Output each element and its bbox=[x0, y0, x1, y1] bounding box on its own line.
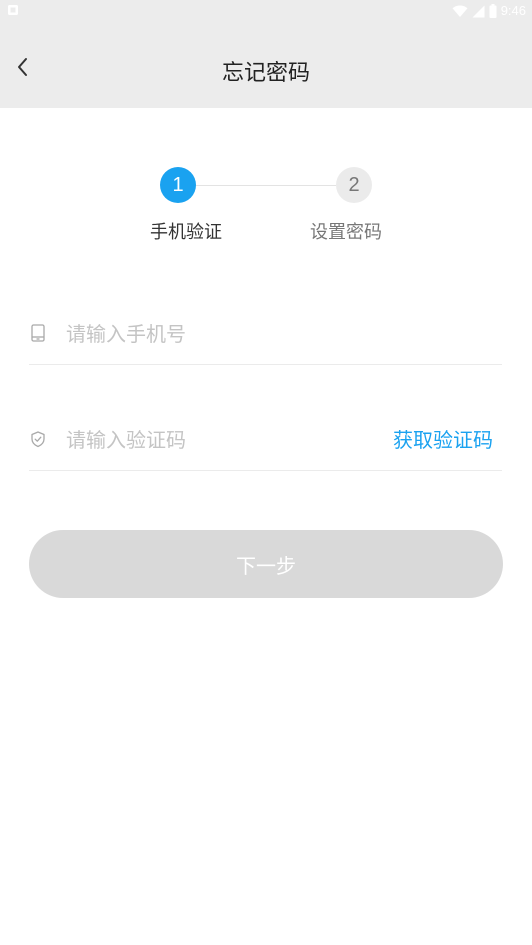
battery-icon bbox=[489, 4, 497, 18]
shield-icon bbox=[30, 430, 46, 448]
next-button[interactable]: 下一步 bbox=[29, 530, 503, 598]
wifi-icon bbox=[452, 5, 468, 17]
verification-code-input[interactable] bbox=[66, 422, 366, 458]
app-header: 忘记密码 bbox=[0, 22, 532, 108]
status-bar: 9:46 bbox=[0, 0, 532, 22]
step-1-indicator: 1 bbox=[160, 167, 196, 203]
step-2-label: 设置密码 bbox=[310, 222, 382, 243]
page-title: 忘记密码 bbox=[221, 61, 310, 86]
step-2-indicator: 2 bbox=[336, 167, 372, 203]
signal-icon bbox=[472, 5, 485, 17]
code-field-row: 获取验证码 bbox=[29, 410, 502, 471]
phone-icon bbox=[30, 324, 46, 342]
notification-icon bbox=[8, 5, 18, 15]
status-icons: 9:46 bbox=[452, 2, 526, 20]
phone-field-row bbox=[29, 304, 502, 365]
get-code-button[interactable]: 获取验证码 bbox=[393, 425, 493, 455]
phone-input[interactable] bbox=[66, 316, 486, 352]
step-connector bbox=[196, 185, 336, 186]
step-1-label: 手机验证 bbox=[150, 222, 222, 243]
status-time: 9:46 bbox=[500, 3, 526, 18]
